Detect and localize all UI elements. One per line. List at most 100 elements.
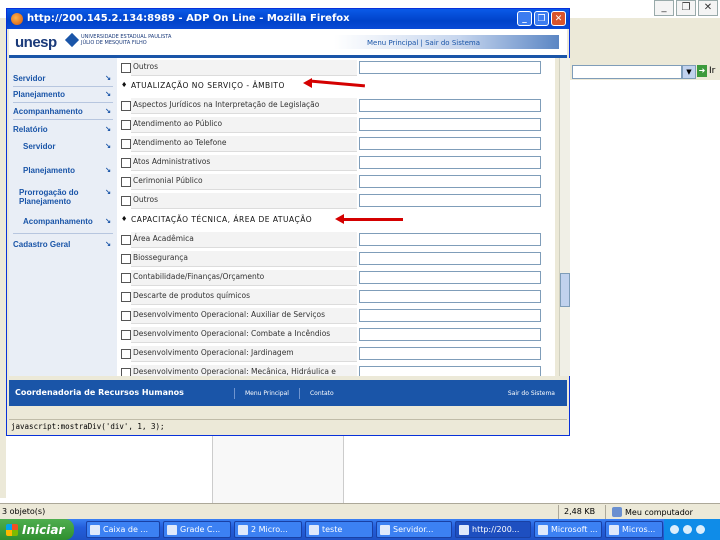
text-input[interactable]: [359, 328, 541, 341]
sidebar-subitem-servidor[interactable]: Servidor ↘: [23, 142, 113, 151]
text-input[interactable]: [359, 194, 541, 207]
vertical-scrollbar[interactable]: [559, 58, 570, 376]
task-label: Microsoft ...: [551, 525, 598, 534]
text-input[interactable]: [359, 366, 541, 376]
divider: [13, 86, 113, 87]
text-input[interactable]: [359, 271, 541, 284]
background-page-panel: [212, 435, 344, 503]
taskbar-item-active[interactable]: http://200...: [455, 521, 531, 538]
row-label: Biossegurança: [133, 253, 188, 262]
checkbox[interactable]: [121, 139, 131, 149]
footer-link-menu[interactable]: Menu Principal: [234, 388, 299, 399]
expand-icon: ↘: [105, 189, 111, 196]
text-input[interactable]: [359, 309, 541, 322]
divider: [13, 119, 113, 120]
section-label: ATUALIZAÇÃO NO SERVIÇO - ÂMBITO: [131, 81, 285, 90]
taskbar-item[interactable]: teste: [305, 521, 373, 538]
taskbar-item[interactable]: Servidor...: [376, 521, 452, 538]
checkbox[interactable]: [121, 177, 131, 187]
list-item: Desenvolvimento Operacional: Combate a I…: [121, 327, 543, 343]
text-input[interactable]: [359, 347, 541, 360]
close-icon[interactable]: ✕: [698, 0, 718, 16]
text-input[interactable]: [359, 99, 541, 112]
checkbox[interactable]: [121, 330, 131, 340]
start-button[interactable]: Iniciar: [0, 519, 74, 540]
text-input[interactable]: [359, 61, 541, 74]
taskbar-item[interactable]: Micros...: [605, 521, 663, 538]
top-nav-links[interactable]: Menu Principal | Sair do Sistema: [367, 39, 480, 47]
tray-icon[interactable]: [670, 525, 679, 534]
maximize-icon[interactable]: ❐: [676, 0, 696, 16]
expand-icon: ↘: [105, 91, 111, 98]
text-input[interactable]: [359, 118, 541, 131]
list-item: Biossegurança: [121, 251, 543, 267]
checkbox[interactable]: [121, 196, 131, 206]
text-input[interactable]: [359, 137, 541, 150]
sidebar-item-acompanhamento[interactable]: Acompanhamento ↘: [13, 107, 113, 116]
row-label: Atendimento ao Telefone: [133, 138, 227, 147]
sidebar-subitem-prorrogacao[interactable]: Prorrogação do Planejamento ↘: [19, 188, 113, 206]
row-label: Área Acadêmica: [133, 234, 194, 243]
close-icon[interactable]: ✕: [551, 11, 566, 26]
text-input[interactable]: [359, 233, 541, 246]
text-input[interactable]: [359, 252, 541, 265]
checkbox[interactable]: [121, 63, 131, 73]
expand-icon: ↘: [105, 108, 111, 115]
list-item: Aspectos Jurídicos na Interpretação de L…: [121, 98, 543, 114]
tray-icon[interactable]: [696, 525, 705, 534]
unesp-logo: unesp: [15, 34, 57, 51]
row-label: Aspectos Jurídicos na Interpretação de L…: [133, 100, 320, 109]
checkbox[interactable]: [121, 292, 131, 302]
sidebar-subitem-planejamento[interactable]: Planejamento ↘: [23, 166, 113, 175]
taskbar-item[interactable]: Microsoft ...: [534, 521, 602, 538]
task-label: Grade C...: [180, 525, 221, 534]
checkbox[interactable]: [121, 120, 131, 130]
window-title: http://200.145.2.134:8989 - ADP On Line …: [27, 13, 350, 24]
tray-icon[interactable]: [683, 525, 692, 534]
footer-link-sair[interactable]: Sair do Sistema: [508, 390, 555, 397]
sidebar-item-planejamento[interactable]: Planejamento ↘: [13, 90, 113, 99]
minimize-icon[interactable]: _: [517, 11, 532, 26]
scrollbar-thumb[interactable]: [560, 273, 570, 307]
divider: [13, 233, 113, 234]
list-item: Descarte de produtos químicos: [121, 289, 543, 305]
task-label: teste: [322, 525, 343, 534]
taskbar-item[interactable]: Caixa de ...: [86, 521, 160, 538]
text-input[interactable]: [359, 290, 541, 303]
go-arrow-icon[interactable]: ➜: [697, 65, 707, 77]
divider: [13, 102, 113, 103]
row-label: Descarte de produtos químicos: [133, 291, 251, 300]
checkbox[interactable]: [121, 235, 131, 245]
window-controls: _ ❐ ✕: [517, 11, 566, 26]
checkbox[interactable]: [121, 158, 131, 168]
maximize-icon[interactable]: ❐: [534, 11, 549, 26]
checkbox[interactable]: [121, 368, 131, 376]
section-header-capacitacao[interactable]: ♦ CAPACITAÇÃO TÉCNICA, ÁREA DE ATUAÇÃO: [121, 213, 543, 227]
sidebar-item-servidor[interactable]: Servidor ↘: [13, 74, 113, 83]
firefox-titlebar[interactable]: http://200.145.2.134:8989 - ADP On Line …: [7, 9, 569, 29]
background-address-bar: ▼ ➜ Ir: [570, 64, 720, 80]
chevron-down-icon[interactable]: ▼: [682, 65, 696, 79]
taskbar-item[interactable]: Grade C...: [163, 521, 231, 538]
row-label-bg: [131, 60, 357, 76]
address-input[interactable]: [572, 65, 682, 79]
unesp-logo-mark: [64, 32, 80, 48]
divider: [558, 505, 559, 519]
firefox-icon: [11, 13, 23, 25]
taskbar-item[interactable]: 2 Micro...: [234, 521, 302, 538]
expand-icon: ↘: [105, 143, 111, 150]
sidebar-item-cadastro-geral[interactable]: Cadastro Geral ↘: [13, 240, 113, 249]
checkbox[interactable]: [121, 273, 131, 283]
text-input[interactable]: [359, 156, 541, 169]
checkbox[interactable]: [121, 254, 131, 264]
checkbox[interactable]: [121, 311, 131, 321]
text-input[interactable]: [359, 175, 541, 188]
footer-link-contato[interactable]: Contato: [298, 388, 344, 399]
checkbox[interactable]: [121, 349, 131, 359]
sidebar-item-relatorio[interactable]: Relatório ↘: [13, 125, 113, 134]
minimize-icon[interactable]: _: [654, 0, 674, 16]
sidebar-subitem-acompanhamento[interactable]: Acompanhamento ↘: [23, 217, 113, 226]
go-button-label[interactable]: Ir: [709, 66, 715, 76]
status-bar: 3 objeto(s) 2,48 KB Meu computador: [0, 503, 720, 520]
checkbox[interactable]: [121, 101, 131, 111]
